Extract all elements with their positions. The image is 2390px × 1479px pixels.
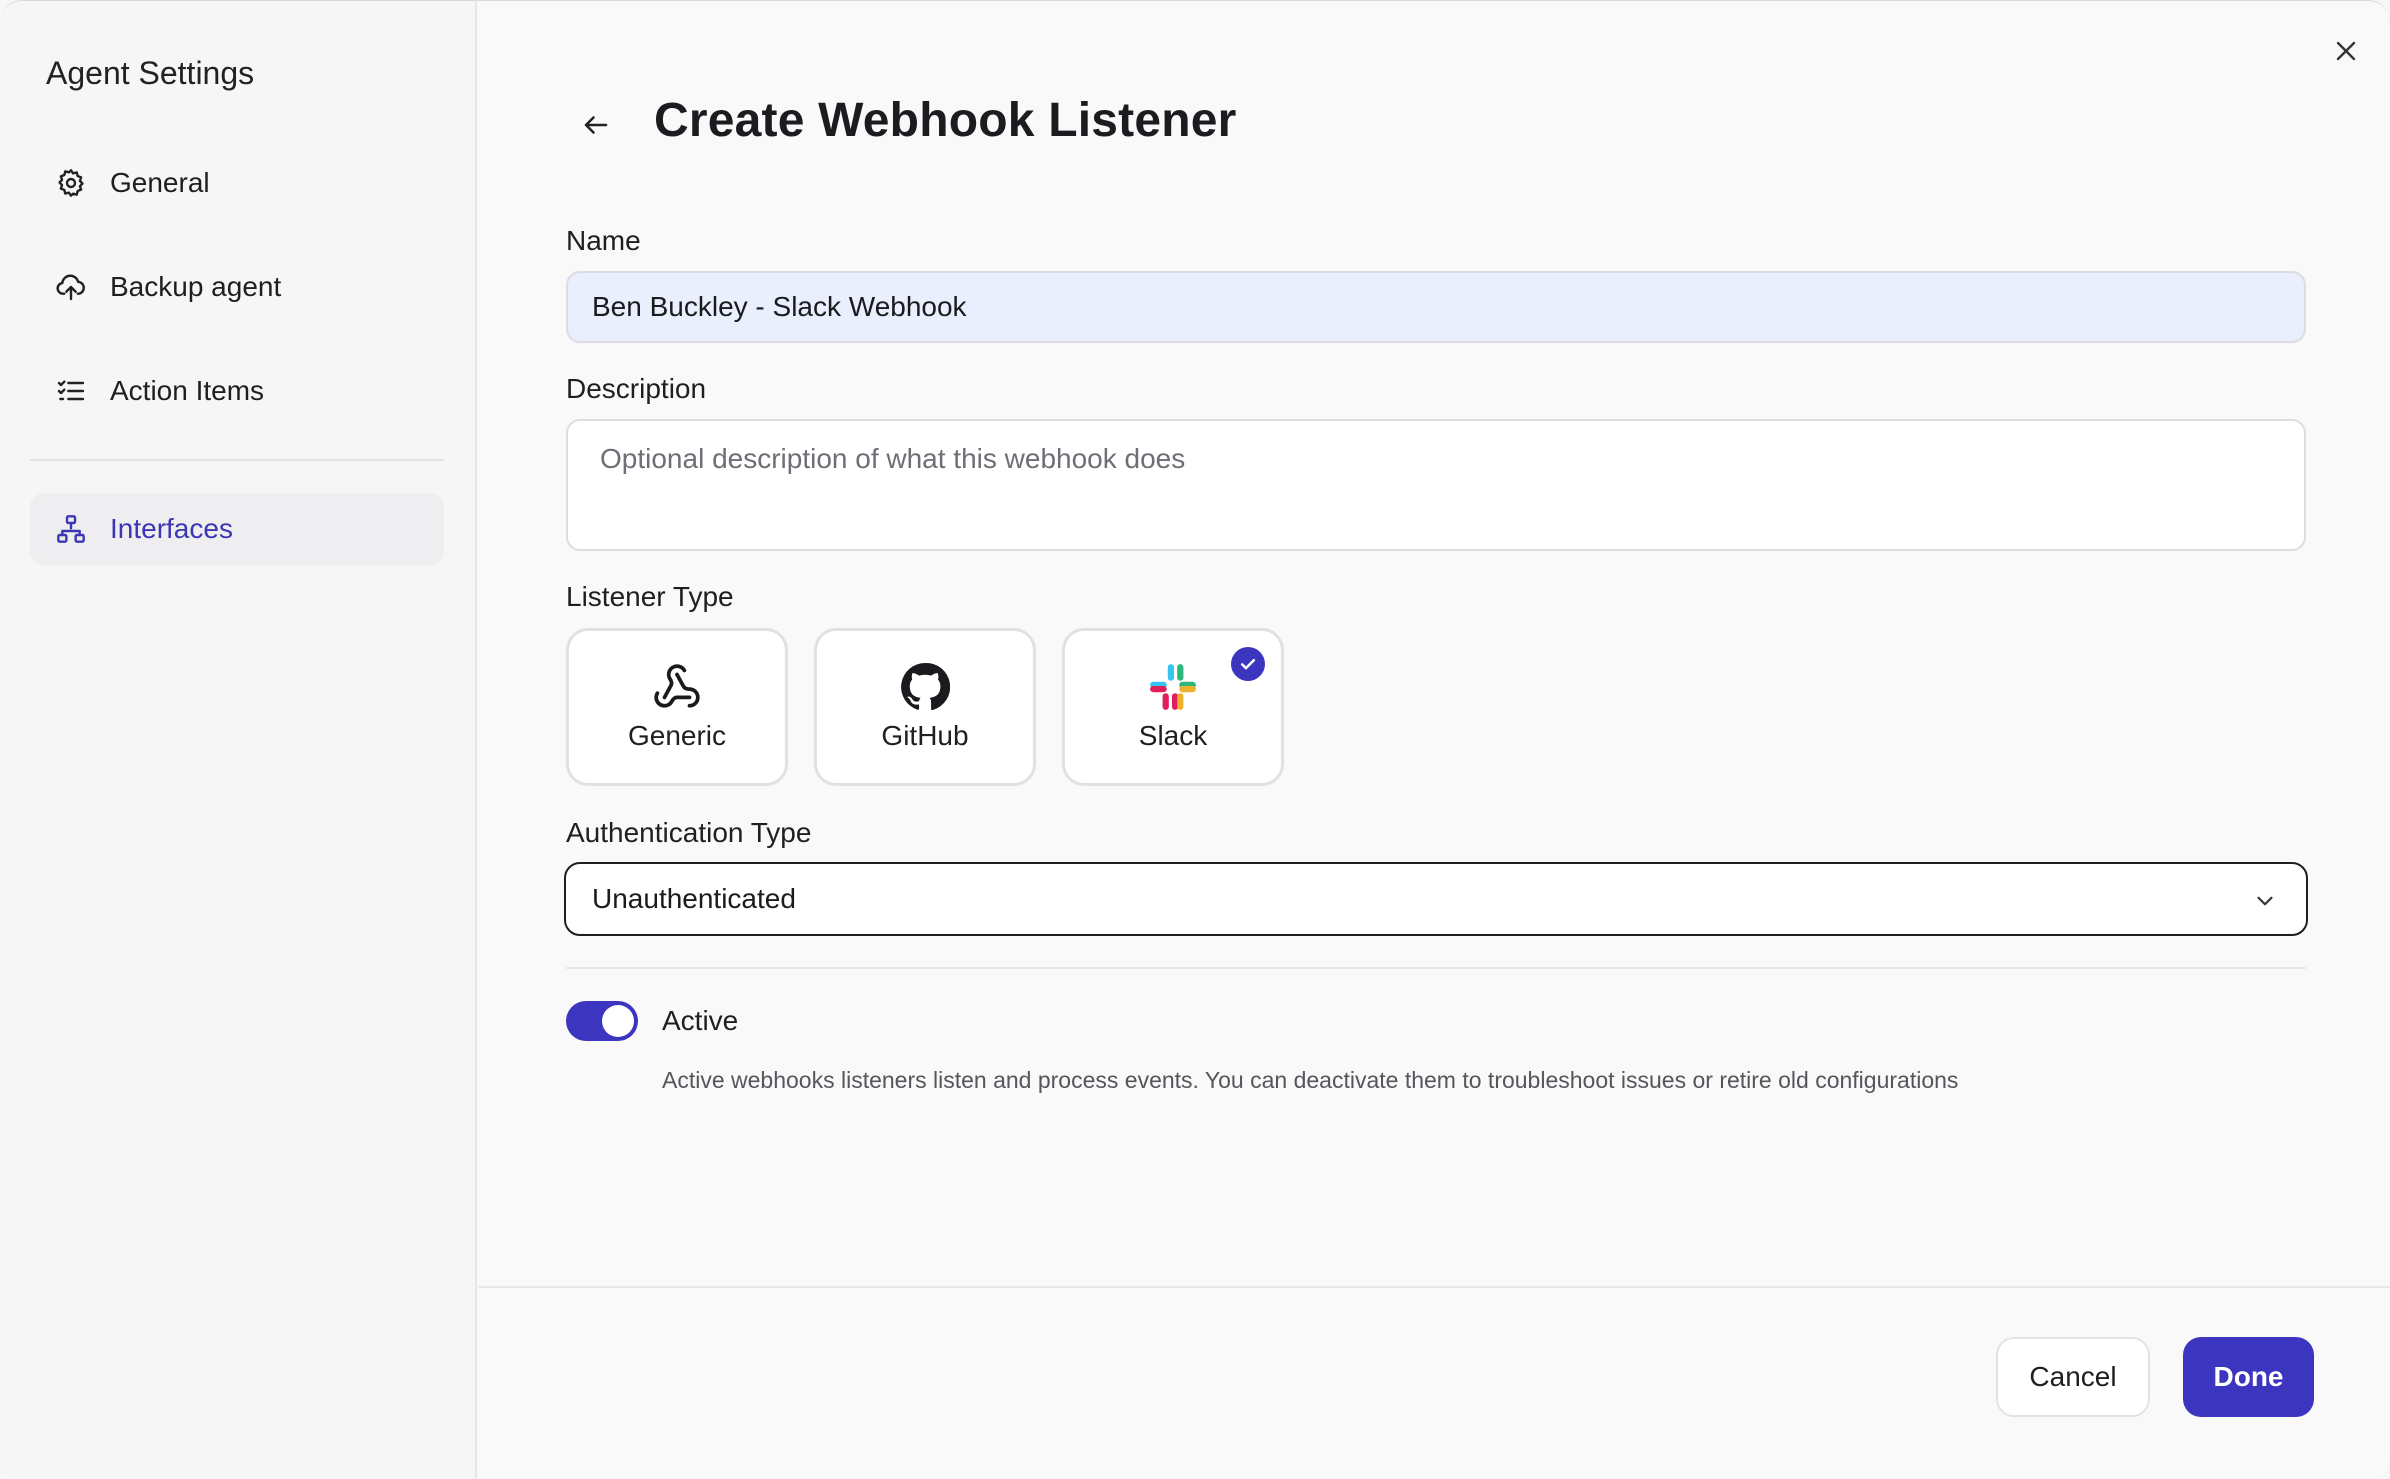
auth-type-select[interactable]: Unauthenticated [564, 862, 2308, 936]
description-label: Description [566, 373, 707, 404]
sidebar-divider [30, 459, 444, 461]
done-button[interactable]: Done [2183, 1337, 2314, 1417]
listener-type-label: Generic [627, 720, 727, 751]
listener-type-github[interactable]: GitHub [814, 628, 1036, 786]
footer-divider [479, 1286, 2390, 1288]
sidebar-item-label: Interfaces [110, 513, 233, 544]
cancel-button[interactable]: Cancel [1996, 1337, 2150, 1417]
listener-type-label: Listener Type [566, 581, 734, 612]
close-icon [2336, 41, 2356, 61]
agent-settings-modal: Agent Settings General Backup agent Acti… [0, 0, 2390, 1479]
sidebar-item-action-items[interactable]: Action Items [30, 355, 444, 427]
sidebar: Agent Settings General Backup agent Acti… [0, 1, 477, 1479]
github-icon [900, 662, 950, 712]
name-label: Name [566, 225, 641, 256]
active-help-text: Active webhooks listeners listen and pro… [662, 1067, 1959, 1093]
listener-type-label: GitHub [881, 720, 969, 751]
arrow-left-icon [584, 116, 608, 134]
sidebar-title: Agent Settings [46, 55, 255, 91]
webhook-icon [652, 662, 702, 712]
name-input[interactable]: Ben Buckley - Slack Webhook [566, 271, 2306, 343]
gear-icon [54, 166, 88, 200]
auth-type-value: Unauthenticated [592, 883, 796, 914]
cloud-upload-icon [54, 270, 88, 304]
page-title: Create Webhook Listener [654, 94, 1237, 147]
checklist-icon [54, 374, 88, 408]
listener-type-label: Slack [1138, 720, 1208, 751]
sidebar-item-label: Backup agent [110, 271, 282, 302]
active-label: Active [662, 1005, 739, 1036]
listener-type-generic[interactable]: Generic [566, 628, 788, 786]
sidebar-item-general[interactable]: General [30, 147, 444, 219]
network-icon [54, 512, 88, 546]
chevron-down-icon [2257, 896, 2273, 906]
close-button[interactable] [2330, 35, 2362, 67]
back-button[interactable] [574, 103, 618, 147]
sidebar-item-backup-agent[interactable]: Backup agent [30, 251, 444, 323]
selected-check-icon [1231, 647, 1265, 681]
sidebar-item-label: General [110, 167, 210, 198]
auth-type-label: Authentication Type [566, 817, 812, 848]
sidebar-item-label: Action Items [110, 375, 265, 406]
section-divider [566, 967, 2306, 969]
slack-icon [1148, 662, 1198, 712]
toggle-knob [602, 1005, 634, 1037]
description-textarea[interactable]: Optional description of what this webhoo… [566, 419, 2306, 551]
sidebar-item-interfaces[interactable]: Interfaces [30, 493, 444, 565]
active-toggle[interactable] [566, 1001, 638, 1041]
listener-type-slack[interactable]: Slack [1062, 628, 1284, 786]
